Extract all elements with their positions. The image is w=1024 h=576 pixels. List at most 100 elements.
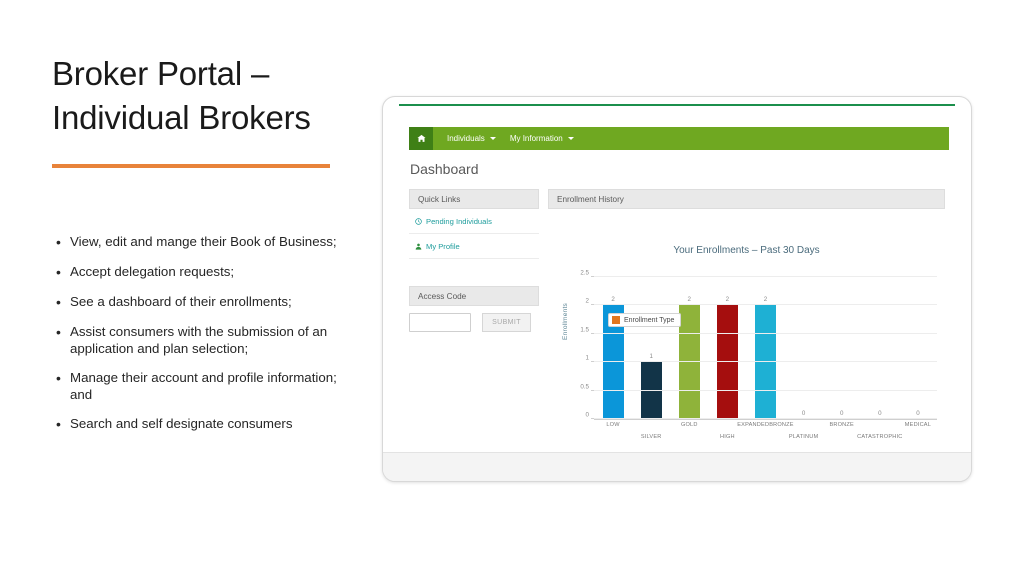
list-item: • View, edit and mange their Book of Busi… [56,234,348,251]
chart-x-tick-label: PLATINUM [788,434,819,440]
chart-gridline [594,276,937,277]
bullet-marker: • [56,416,61,432]
portal-navbar: Individuals My Information [409,127,949,150]
bullet-text: View, edit and mange their Book of Busin… [70,234,337,249]
chart-x-label-slot: BRONZE [823,420,861,446]
chart-bar-value-label: 2 [611,296,615,304]
chart-bar-value-label: 2 [763,296,768,304]
chart-bar-value-label: 0 [839,410,844,417]
quick-link-my-profile[interactable]: My Profile [409,234,539,259]
chart-x-label-slot: PLATINUM [785,420,823,446]
bullet-marker: • [56,324,61,340]
bullet-marker: • [56,294,61,310]
chart-y-tick-mark [591,304,594,306]
home-icon[interactable] [409,127,433,150]
chart-bar-value-label: 0 [916,410,920,417]
chart-x-tick-label: GOLD [680,422,698,428]
bullet-marker: • [56,264,61,280]
enrollments-bar-chart: Your Enrollments – Past 30 Days Enrollme… [548,215,945,455]
chart-bar-value-label: 0 [801,410,806,417]
chart-bars: 2 1 2 2 2 0 0 0 0 [594,277,937,419]
list-item: • Manage their account and profile inform… [56,370,348,403]
nav-item-my-information-label: My Information [509,134,563,143]
title-divider [52,163,330,168]
enrollment-history-header: Enrollment History [548,189,945,209]
slide-heading-block: Broker Portal – Individual Brokers [52,52,342,168]
chart-bar-slot: 2 [746,277,784,419]
chart-bar-slot: 0 [899,277,937,419]
chart-gridline [594,389,937,391]
nav-item-my-information[interactable]: My Information [510,134,574,143]
chart-y-tick-label: 1 [585,354,589,362]
chevron-down-icon [567,137,574,140]
page-title: Broker Portal – Individual Brokers [52,55,311,136]
chart-y-tick-mark [591,361,594,363]
chart-bar-slot: 0 [823,277,861,419]
chart-x-label-slot: SILVER [632,420,670,446]
legend-label-enrollment-type: Enrollment Type [624,316,675,324]
clock-icon [415,217,426,225]
list-item: • Assist consumers with the submission of… [56,324,348,357]
chart-y-tick-label: 0 [585,411,589,419]
bullet-text: Manage their account and profile informa… [70,370,337,402]
chart-x-tick-label: BRONZE [829,422,854,428]
nav-item-individuals-label: Individuals [447,134,485,143]
legend-swatch-enrollment-type [612,316,620,324]
chart-y-tick-mark [591,332,594,334]
bullet-marker: • [56,370,61,386]
chart-y-tick-mark [591,276,594,277]
chart-x-tick-label: LOW [606,422,620,428]
access-code-input[interactable] [409,313,471,332]
chart-legend: Enrollment Type [608,313,682,327]
bullet-text: Assist consumers with the submission of … [70,324,328,356]
chart-gridline [594,361,937,363]
chart-x-tick-label: CATASTROPHIC [857,434,903,440]
list-item: • Accept delegation requests; [56,264,348,281]
chart-bar[interactable] [716,305,738,419]
dashboard-title: Dashboard [410,161,479,177]
chart-x-tick-label: HIGH [719,434,735,440]
quick-link-my-profile-label: My Profile [426,241,460,251]
nav-item-individuals[interactable]: Individuals [447,134,496,143]
chart-y-tick-label: 2.5 [580,269,589,277]
chart-gridline [594,332,937,334]
chart-bar[interactable] [678,305,700,419]
chart-bar-value-label: 2 [687,296,691,304]
bullet-marker: • [56,234,61,250]
user-icon [415,243,426,250]
bullet-list: • View, edit and mange their Book of Busi… [56,234,348,446]
chart-x-tick-label: SILVER [640,434,662,440]
chart-x-label-slot: GOLD [670,420,708,446]
quick-link-pending-individuals[interactable]: Pending Individuals [409,209,539,234]
chart-plot-area: 2 1 2 2 2 0 0 0 0 0 0.5 1 1.5 2 2.5 [580,270,937,420]
chart-bar-slot: 2 [670,277,708,419]
submit-button[interactable]: SUBMIT [482,313,531,332]
list-item: • Search and self designate consumers [56,416,348,433]
chart-x-label-slot: LOW [594,420,632,446]
chart-gridline [594,304,937,306]
access-code-header: Access Code [409,286,539,306]
chart-bar[interactable] [755,305,776,419]
chart-bar-value-label: 1 [649,353,653,361]
bullet-text: Accept delegation requests; [70,264,235,279]
chart-y-axis-label: Enrollments [562,302,569,340]
chart-bar-value-label: 2 [725,296,730,304]
bullet-text: Search and self designate consumers [70,416,293,431]
chart-y-tick-mark [591,389,594,391]
chart-y-tick-label: 2 [585,297,589,305]
access-code-form: SUBMIT [409,313,531,332]
portal-screenshot-panel: Individuals My Information Dashboard Qui… [382,96,972,482]
chart-bar-slot: 2 [708,277,746,419]
bullet-text: See a dashboard of their enrollments; [70,294,292,309]
list-item: • See a dashboard of their enrollments; [56,294,348,311]
chart-gridline [594,418,937,419]
chart-bar-slot: 0 [785,277,823,419]
chart-y-tick-label: 0.5 [580,383,589,391]
quick-links-list: Pending Individuals My Profile [409,209,539,259]
chart-bar-slot: 0 [861,277,899,419]
chart-y-tick-label: 1.5 [580,326,589,334]
chart-x-label-slot: CATASTROPHIC [857,420,902,446]
portal-top-accent-line [399,104,955,106]
chart-title: Your Enrollments – Past 30 Days [673,245,820,256]
quick-links-header: Quick Links [409,189,539,209]
